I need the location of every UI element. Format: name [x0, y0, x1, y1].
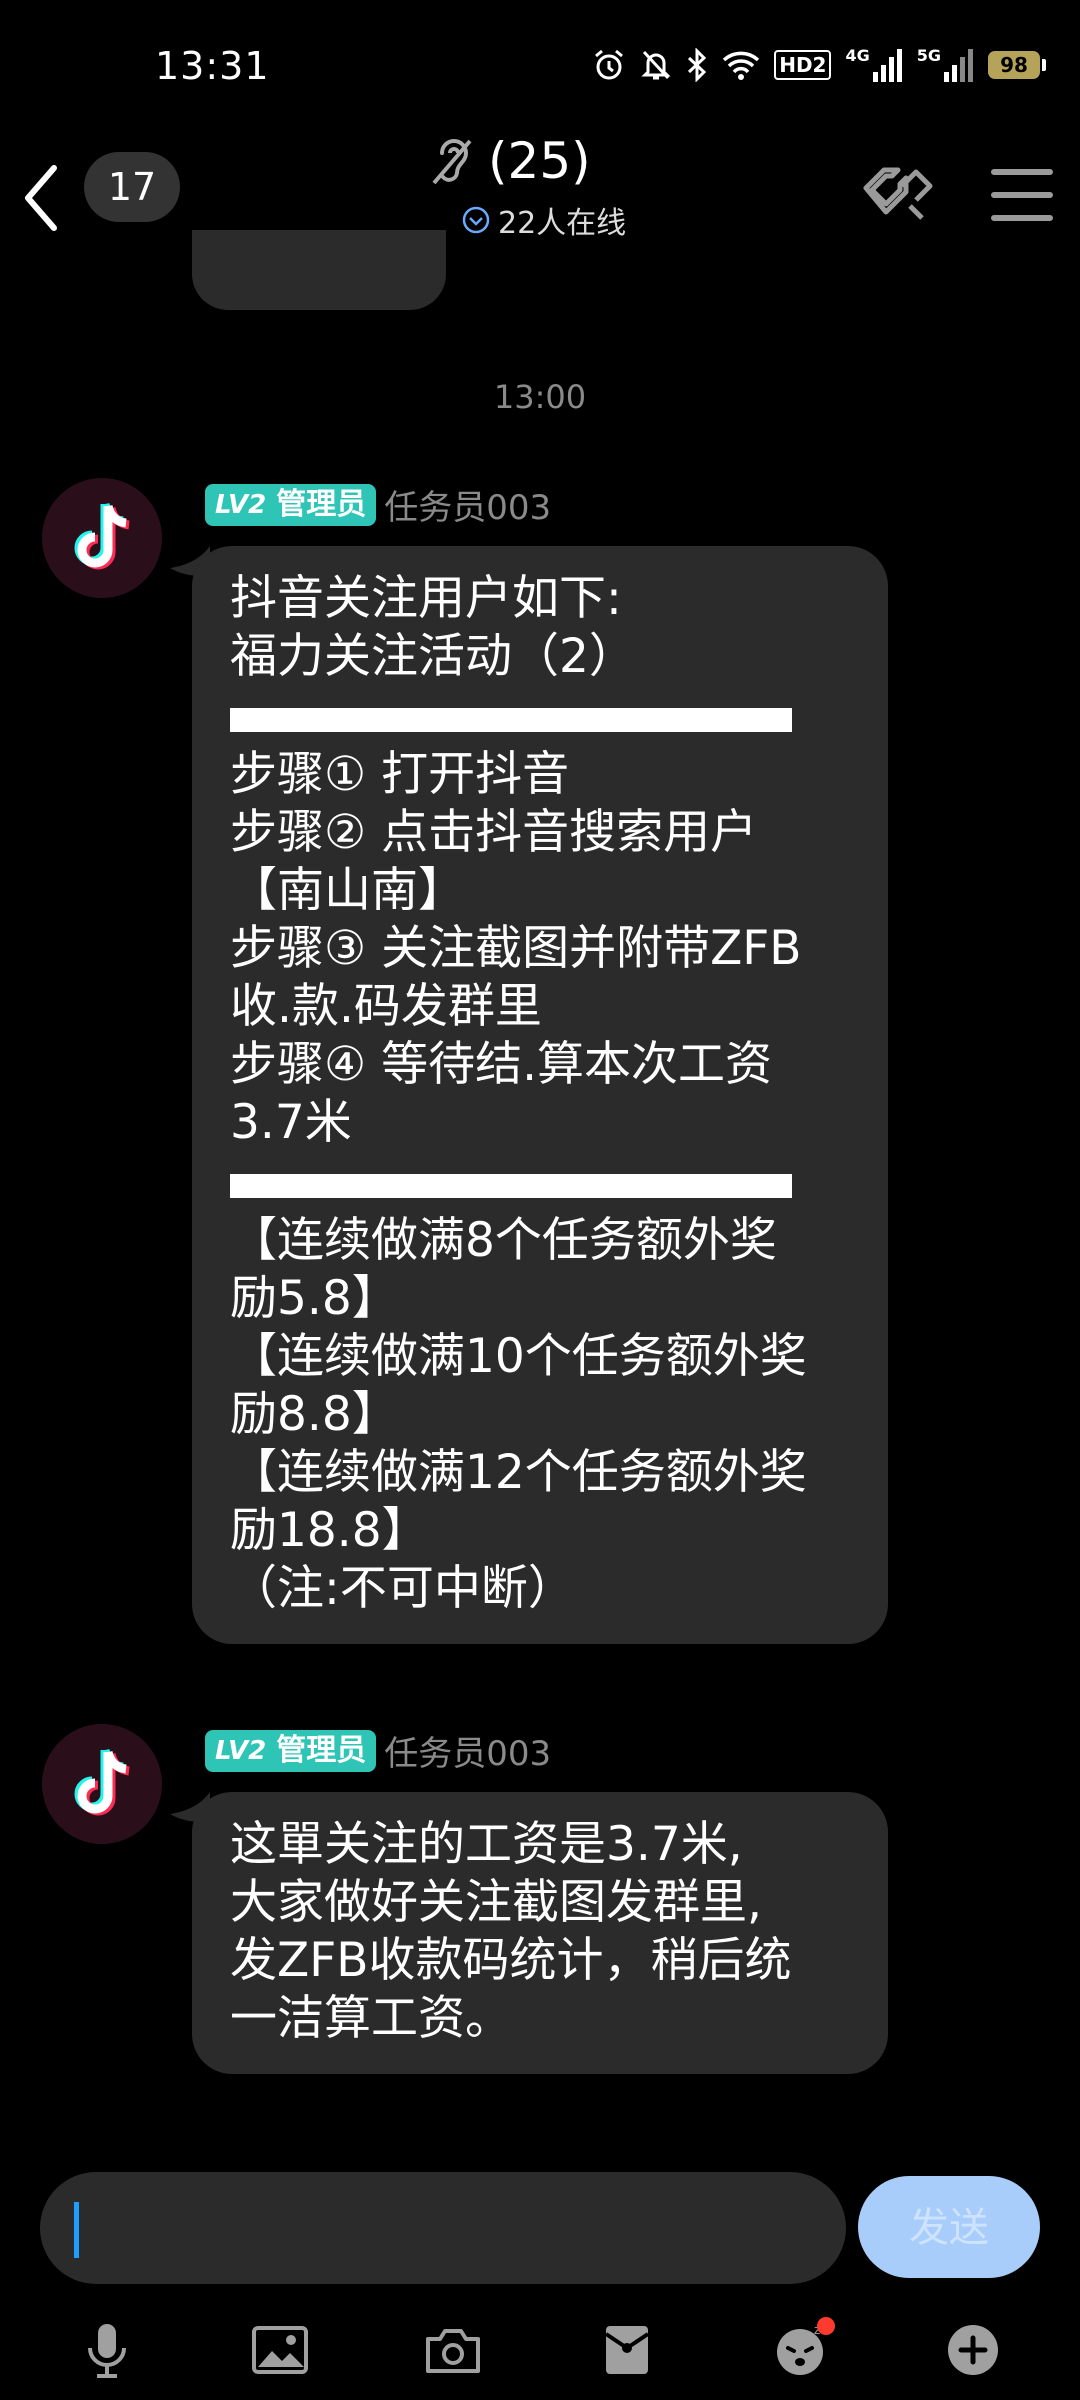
- back-icon[interactable]: [14, 158, 70, 238]
- notification-dot: [816, 2317, 835, 2335]
- camera-icon: [426, 2329, 481, 2373]
- emoji-button[interactable]: z: [765, 2315, 835, 2385]
- group-title[interactable]: (25): [430, 132, 591, 190]
- network-2: 5G: [917, 48, 974, 82]
- red-packet-icon: [604, 2326, 649, 2374]
- link-icon[interactable]: [856, 150, 936, 230]
- sender-name[interactable]: 任务员003: [384, 1726, 551, 1775]
- message-line: 3.7米: [230, 1095, 352, 1150]
- mute-icon: [641, 50, 671, 80]
- separator-bar: [230, 708, 792, 732]
- composer: 发送: [40, 2172, 1040, 2284]
- message-line: （注:不可中断）: [230, 1561, 575, 1616]
- wifi-icon: [723, 51, 760, 80]
- message-line: 步骤④ 等待结.算本次工资: [230, 1037, 773, 1092]
- image-icon: [251, 2326, 308, 2374]
- microphone-icon: [87, 2324, 126, 2378]
- battery-icon: 98: [988, 51, 1046, 79]
- message-line: 【南山南】: [230, 863, 465, 918]
- message-line: 抖音关注用户如下:: [230, 571, 622, 626]
- message-line: 【连续做满10个任务额外奖: [230, 1329, 807, 1384]
- status-icons: HD2 4G 5G 98: [592, 48, 1046, 82]
- bluetooth-icon: [688, 48, 707, 82]
- role-badge: LV2 管理员: [205, 483, 377, 526]
- separator-bar: [230, 1174, 792, 1198]
- message-line: 大家做好关注截图发群里,: [230, 1875, 762, 1930]
- sender-name[interactable]: 任务员003: [384, 480, 551, 529]
- message-line: 【连续做满12个任务额外奖: [230, 1445, 807, 1500]
- message-line: 励18.8】: [230, 1503, 429, 1558]
- red-packet-button[interactable]: [592, 2315, 662, 2385]
- time-divider: 13:00: [493, 378, 587, 416]
- menu-icon[interactable]: [970, 150, 1080, 240]
- chevron-down-icon: [462, 206, 490, 234]
- hd-voice-badge: HD2: [774, 50, 832, 80]
- unread-count-badge[interactable]: 17: [84, 152, 180, 222]
- send-button[interactable]: 发送: [858, 2176, 1040, 2278]
- alarm-icon: [595, 49, 624, 80]
- sender-avatar[interactable]: [42, 478, 162, 598]
- message-line: 励5.8】: [230, 1271, 399, 1326]
- group-member-count: (25): [488, 132, 591, 190]
- message-line: 这單关注的工资是3.7米,: [230, 1817, 743, 1872]
- ear-icon: [432, 139, 472, 185]
- image-button[interactable]: [245, 2315, 315, 2385]
- message-line: 一洁算工资。: [230, 1991, 512, 2046]
- message-header: LV2 管理员 任务员003: [205, 1726, 551, 1775]
- plus-icon: [948, 2325, 999, 2375]
- text-caret: [74, 2202, 79, 2258]
- tiktok-logo-icon: [42, 478, 162, 598]
- more-button[interactable]: [938, 2315, 1008, 2385]
- message-line: 步骤③ 关注截图并附带ZFB: [230, 921, 802, 976]
- camera-button[interactable]: [418, 2315, 488, 2385]
- role-badge: LV2 管理员: [205, 1729, 377, 1772]
- sender-avatar[interactable]: [42, 1724, 162, 1844]
- previous-message-bubble: [192, 230, 446, 310]
- status-bar: 13:31 HD2 4G 5G 98: [0, 0, 1080, 130]
- message-line: 步骤① 打开抖音: [230, 747, 570, 802]
- message-line: 步骤② 点击抖音搜索用户: [230, 805, 758, 860]
- signal-icon: [872, 49, 902, 82]
- network-1: 4G: [845, 48, 902, 82]
- message-bubble[interactable]: 抖音关注用户如下: 福力关注活动（2） 步骤① 打开抖音 步骤② 点击抖音搜索用…: [192, 546, 888, 1644]
- message-line: 收.款.码发群里: [230, 979, 542, 1034]
- voice-button[interactable]: [72, 2315, 142, 2385]
- signal-icon: [944, 49, 973, 82]
- message-bubble[interactable]: 这單关注的工资是3.7米, 大家做好关注截图发群里, 发ZFB收款码统计，稍后统…: [192, 1792, 888, 2074]
- message-line: 【连续做满8个任务额外奖: [230, 1213, 777, 1268]
- tiktok-logo-icon: [42, 1724, 162, 1844]
- message-header: LV2 管理员 任务员003: [205, 480, 551, 529]
- message-line: 励8.8】: [230, 1387, 399, 1442]
- message-line: 福力关注活动（2）: [230, 629, 636, 684]
- status-time: 13:31: [155, 44, 270, 88]
- online-status: 22人在线: [462, 198, 626, 242]
- online-count: 22人在线: [498, 206, 627, 241]
- message-line: 发ZFB收款码统计，稍后统: [230, 1933, 792, 1988]
- message-input[interactable]: [40, 2172, 846, 2284]
- input-toolbar: z: [0, 2300, 1080, 2400]
